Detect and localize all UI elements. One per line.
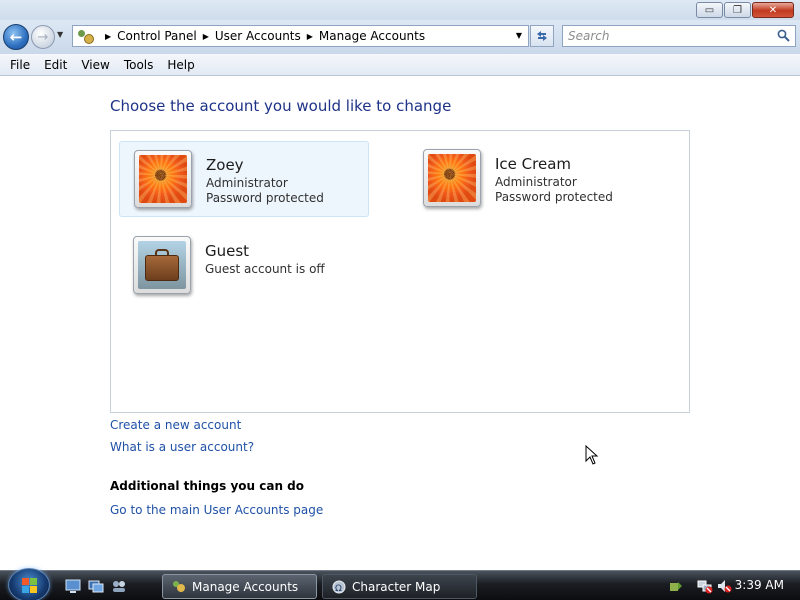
menu-help[interactable]: Help (160, 58, 201, 72)
start-button[interactable] (8, 568, 50, 600)
user-picture-frame (133, 236, 191, 294)
menu-view[interactable]: View (74, 58, 116, 72)
refresh-icon (537, 31, 547, 41)
network-disconnected-icon[interactable] (697, 578, 713, 594)
volume-muted-icon[interactable] (716, 578, 732, 594)
title-bar: ▭ ❐ ✕ (0, 0, 800, 20)
account-status: Password protected (206, 191, 324, 205)
forward-button[interactable]: → (31, 25, 55, 49)
taskbar-item-manage-accounts[interactable]: Manage Accounts (162, 574, 317, 599)
breadcrumb-user-accounts[interactable]: User Accounts (215, 29, 301, 43)
account-zoey[interactable]: Zoey Administrator Password protected (119, 141, 369, 217)
recent-pages-dropdown-icon[interactable]: ▼ (57, 30, 63, 39)
search-icon[interactable] (777, 29, 790, 42)
navigation-bar: ← → ▼ ▶ Control Panel ▶ User Accounts ▶ … (0, 20, 800, 54)
system-clock[interactable]: 3:39 AM (735, 578, 784, 592)
account-list: Zoey Administrator Password protected Ic… (110, 130, 690, 413)
taskbar-item-label: Character Map (352, 579, 441, 594)
chevron-right-icon[interactable]: ▶ (203, 32, 209, 41)
account-status: Guest account is off (205, 262, 325, 276)
maximize-button[interactable]: ❐ (724, 2, 751, 18)
menu-tools[interactable]: Tools (117, 58, 161, 72)
close-button[interactable]: ✕ (752, 2, 794, 18)
mouse-pointer-icon (585, 445, 599, 465)
refresh-button[interactable] (530, 25, 554, 47)
address-bar[interactable]: ▶ Control Panel ▶ User Accounts ▶ Manage… (72, 25, 529, 47)
account-type: Administrator (206, 176, 288, 190)
user-picture-frame (423, 149, 481, 207)
create-account-link[interactable]: Create a new account (110, 418, 241, 432)
account-name: Zoey (206, 156, 244, 174)
breadcrumb-manage-accounts[interactable]: Manage Accounts (319, 29, 425, 43)
window-controls: ▭ ❐ ✕ (695, 2, 794, 18)
svg-text:Ω: Ω (335, 584, 342, 594)
main-content: Choose the account you would like to cha… (0, 77, 800, 570)
additional-things-heading: Additional things you can do (110, 479, 305, 493)
user-accounts-icon (77, 28, 94, 44)
character-map-icon: Ω (331, 579, 347, 595)
orange-flower-icon (428, 154, 476, 202)
users-icon[interactable] (111, 578, 127, 594)
what-is-user-account-link[interactable]: What is a user account? (110, 440, 254, 454)
menu-bar: File Edit View Tools Help (0, 54, 800, 76)
back-button[interactable]: ← (3, 24, 29, 50)
suitcase-icon (138, 241, 186, 289)
search-placeholder: Search (568, 29, 610, 43)
orange-flower-icon (139, 155, 187, 203)
page-title: Choose the account you would like to cha… (110, 97, 452, 115)
account-name: Ice Cream (495, 155, 572, 173)
taskbar: Manage Accounts Ω Character Map 3:39 AM (0, 568, 800, 600)
account-ice-cream[interactable]: Ice Cream Administrator Password protect… (409, 141, 659, 217)
menu-file[interactable]: File (3, 58, 37, 72)
main-user-accounts-link[interactable]: Go to the main User Accounts page (110, 503, 323, 517)
chevron-right-icon[interactable]: ▶ (307, 32, 313, 41)
user-picture-frame (134, 150, 192, 208)
show-desktop-icon[interactable] (65, 578, 81, 594)
breadcrumb-control-panel[interactable]: Control Panel (117, 29, 197, 43)
account-status: Password protected (495, 190, 613, 204)
taskbar-item-character-map[interactable]: Ω Character Map (322, 574, 477, 599)
chevron-right-icon[interactable]: ▶ (105, 32, 111, 41)
account-type: Administrator (495, 175, 577, 189)
taskbar-item-label: Manage Accounts (192, 579, 299, 594)
switch-windows-icon[interactable] (88, 578, 104, 594)
user-accounts-icon (171, 579, 187, 595)
menu-edit[interactable]: Edit (37, 58, 74, 72)
search-input[interactable]: Search (562, 25, 796, 47)
account-name: Guest (205, 242, 250, 260)
account-guest[interactable]: Guest Guest account is off (119, 228, 369, 304)
safely-remove-hardware-icon[interactable] (668, 578, 684, 594)
address-dropdown-icon[interactable]: ▼ (516, 31, 522, 40)
windows-logo-icon (22, 578, 38, 594)
minimize-button[interactable]: ▭ (696, 2, 723, 18)
